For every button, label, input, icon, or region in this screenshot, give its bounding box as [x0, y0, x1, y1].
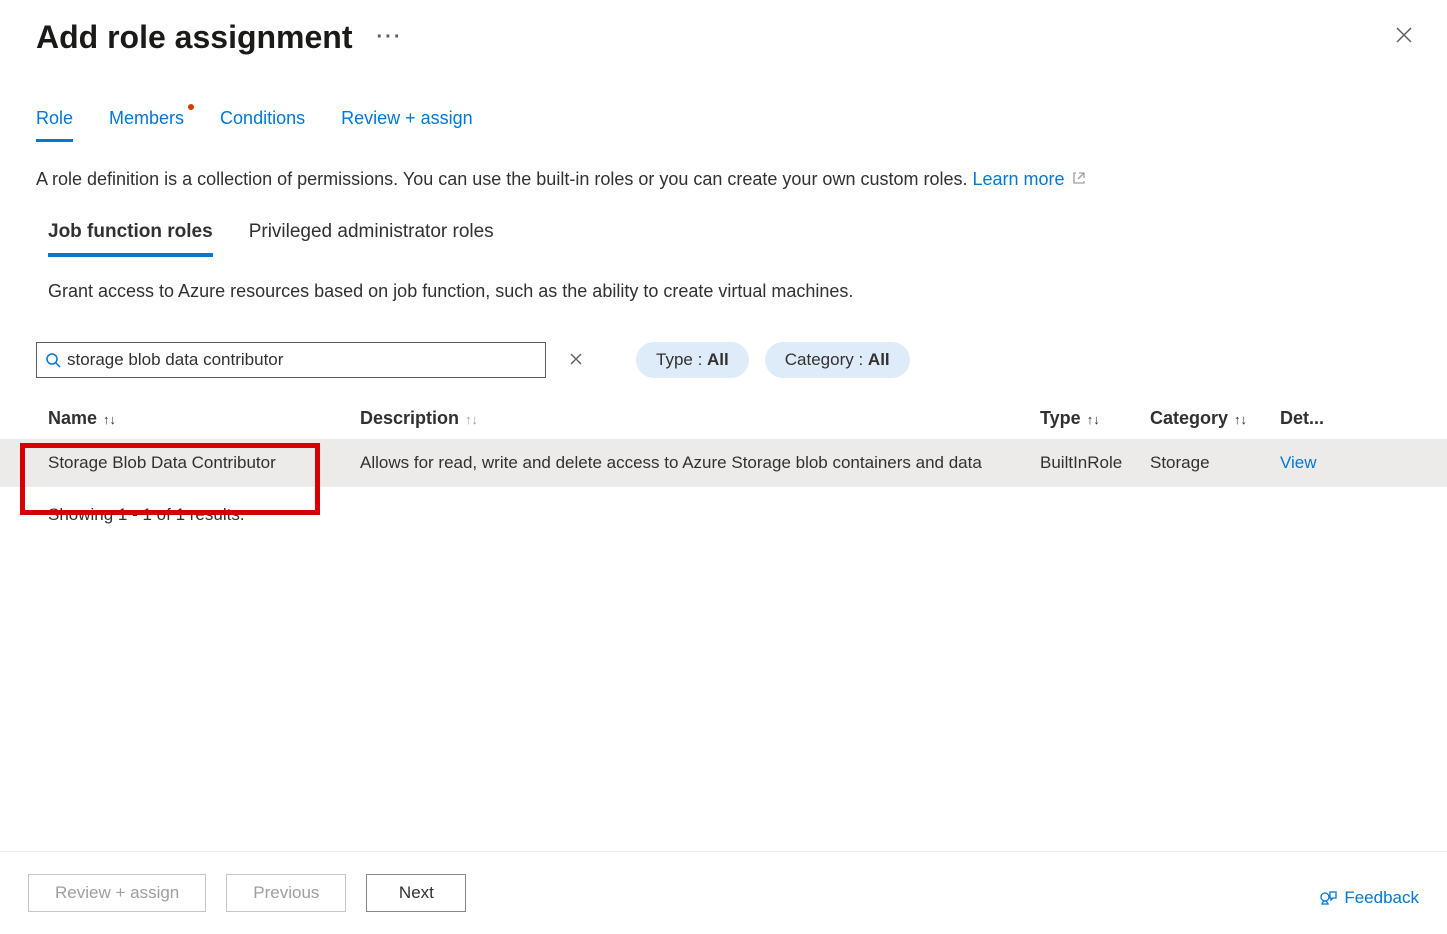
subtab-job-function[interactable]: Job function roles [48, 221, 213, 257]
page-title: Add role assignment [36, 19, 353, 56]
external-link-icon [1072, 171, 1086, 185]
column-category[interactable]: Category ↑↓ [1150, 408, 1280, 429]
sort-icon: ↑↓ [1234, 412, 1247, 427]
review-assign-button[interactable]: Review + assign [28, 874, 206, 912]
cell-name: Storage Blob Data Contributor [48, 453, 360, 473]
column-details-label: Det... [1280, 408, 1324, 428]
type-filter-value: All [707, 350, 729, 369]
previous-button[interactable]: Previous [226, 874, 346, 912]
tab-members-indicator [188, 104, 194, 110]
column-name[interactable]: Name ↑↓ [48, 408, 360, 429]
feedback-icon [1318, 888, 1338, 908]
more-actions-button[interactable]: ··· [377, 26, 403, 49]
search-input[interactable] [67, 350, 537, 370]
header: Add role assignment ··· [0, 0, 1447, 56]
learn-more-link[interactable]: Learn more [973, 169, 1086, 189]
subtab-privileged-label: Privileged administrator roles [249, 221, 494, 242]
column-type[interactable]: Type ↑↓ [1040, 408, 1150, 429]
next-button[interactable]: Next [366, 874, 466, 912]
clear-icon [570, 353, 582, 365]
page-title-wrap: Add role assignment ··· [36, 19, 402, 56]
role-description: A role definition is a collection of per… [0, 142, 1447, 193]
cell-description: Allows for read, write and delete access… [360, 453, 1040, 473]
tab-review-assign-label: Review + assign [341, 108, 473, 128]
sort-icon: ↑↓ [1087, 412, 1100, 427]
tab-conditions-label: Conditions [220, 108, 305, 128]
footer: Review + assign Previous Next Feedback [0, 851, 1447, 934]
column-details: Det... [1280, 408, 1340, 429]
search-icon [45, 352, 61, 368]
roles-table: Name ↑↓ Description ↑↓ Type ↑↓ Category ↑↓ D… [0, 398, 1447, 487]
filter-row: Type : All Category : All [0, 302, 1447, 378]
column-type-label: Type [1040, 408, 1081, 428]
results-count: Showing 1 - 1 of 1 results. [0, 487, 1447, 525]
category-filter-label: Category : [785, 350, 868, 369]
tab-review-assign[interactable]: Review + assign [341, 108, 473, 142]
view-details-link[interactable]: View [1280, 453, 1340, 473]
close-icon [1395, 26, 1413, 44]
table-header: Name ↑↓ Description ↑↓ Type ↑↓ Category ↑↓ D… [0, 398, 1447, 439]
role-description-text: A role definition is a collection of per… [36, 169, 973, 189]
tab-conditions[interactable]: Conditions [220, 108, 305, 142]
tab-role[interactable]: Role [36, 108, 73, 142]
column-name-label: Name [48, 408, 97, 428]
sort-icon: ↑↓ [465, 412, 478, 427]
tab-role-label: Role [36, 108, 73, 128]
close-button[interactable] [1389, 18, 1419, 56]
clear-search-button[interactable] [562, 348, 590, 373]
role-subtabs: Job function roles Privileged administra… [0, 193, 1447, 257]
learn-more-label: Learn more [973, 169, 1065, 189]
tab-members[interactable]: Members [109, 108, 184, 142]
cell-type: BuiltInRole [1040, 453, 1150, 473]
table-row[interactable]: Storage Blob Data Contributor Allows for… [0, 439, 1447, 487]
column-description[interactable]: Description ↑↓ [360, 408, 1040, 429]
subtab-job-function-label: Job function roles [48, 221, 213, 242]
type-filter-pill[interactable]: Type : All [636, 342, 749, 378]
cell-category: Storage [1150, 453, 1280, 473]
column-description-label: Description [360, 408, 459, 428]
type-filter-label: Type : [656, 350, 707, 369]
category-filter-value: All [868, 350, 890, 369]
tab-members-label: Members [109, 108, 184, 128]
category-filter-pill[interactable]: Category : All [765, 342, 910, 378]
search-box[interactable] [36, 342, 546, 378]
column-category-label: Category [1150, 408, 1228, 428]
feedback-link[interactable]: Feedback [1318, 888, 1419, 908]
sort-icon: ↑↓ [103, 412, 116, 427]
subtab-description: Grant access to Azure resources based on… [0, 257, 1447, 302]
subtab-privileged[interactable]: Privileged administrator roles [249, 221, 494, 257]
feedback-label: Feedback [1344, 888, 1419, 908]
wizard-tabs: Role Members Conditions Review + assign [0, 56, 1447, 142]
